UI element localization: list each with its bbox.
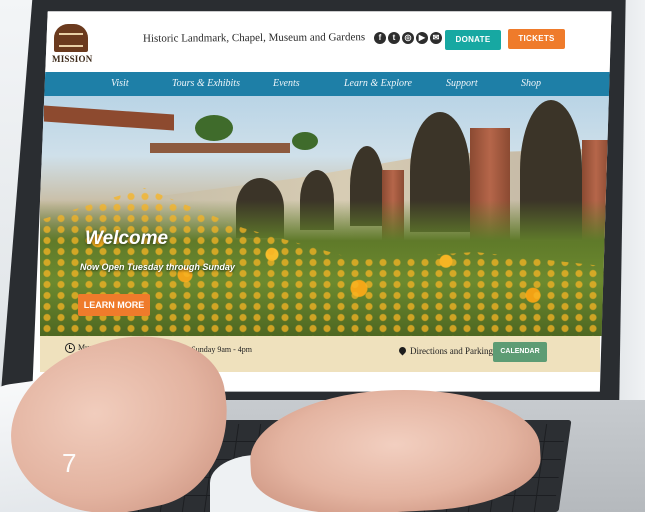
palm-tree bbox=[292, 132, 318, 150]
logo-text: MISSION bbox=[52, 54, 93, 64]
instagram-icon[interactable]: ◎ bbox=[402, 32, 414, 44]
palm-tree bbox=[195, 115, 233, 141]
nav-item-visit[interactable]: Visit bbox=[111, 78, 129, 89]
mission-logo[interactable]: MISSION bbox=[52, 24, 93, 68]
directions-link[interactable]: Directions and Parking bbox=[410, 346, 493, 356]
youtube-icon[interactable]: ▶ bbox=[416, 32, 428, 44]
learn-more-button[interactable]: LEARN MORE bbox=[78, 294, 150, 316]
page-number: 7 bbox=[62, 448, 77, 478]
nav-item-support[interactable]: Support bbox=[446, 78, 478, 89]
site-tagline: Historic Landmark, Chapel, Museum and Ga… bbox=[142, 31, 366, 45]
clock-icon bbox=[65, 343, 75, 353]
nav-item-tours-exhibits[interactable]: Tours & Exhibits bbox=[172, 78, 240, 89]
twitter-icon[interactable]: t bbox=[388, 32, 400, 44]
hero-title: Welcome bbox=[85, 228, 169, 249]
nav-item-events[interactable]: Events bbox=[273, 78, 300, 89]
calendar-button[interactable]: CALENDAR bbox=[493, 342, 547, 362]
tickets-button[interactable]: TICKETS bbox=[508, 29, 565, 49]
hero-roof-back bbox=[150, 143, 290, 153]
nav-item-learn-explore[interactable]: Learn & Explore bbox=[344, 78, 412, 89]
nav-item-shop[interactable]: Shop bbox=[521, 78, 541, 89]
bell-tower-icon bbox=[54, 24, 88, 52]
social-links: f t ◎ ▶ ✉ bbox=[374, 32, 442, 44]
hero-subtitle: Now Open Tuesday through Sunday bbox=[80, 262, 235, 272]
email-icon[interactable]: ✉ bbox=[430, 32, 442, 44]
facebook-icon[interactable]: f bbox=[374, 32, 386, 44]
donate-button[interactable]: DONATE bbox=[445, 30, 501, 50]
